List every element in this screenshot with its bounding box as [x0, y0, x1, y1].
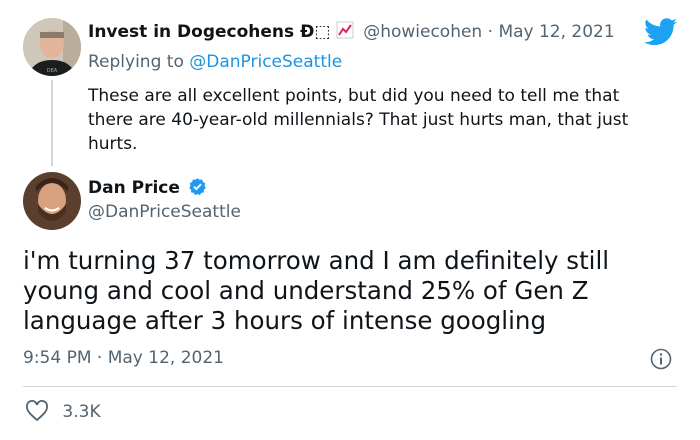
main-author-handle[interactable]: @DanPriceSeattle — [88, 202, 241, 222]
parent-date[interactable]: May 12, 2021 — [498, 22, 614, 42]
tweet-divider — [23, 386, 677, 387]
parent-author-name[interactable]: Invest in Dogecohens Ð⬚ — [88, 22, 330, 42]
main-tweet-header: Dan Price — [88, 177, 207, 201]
main-tweet-separator: · — [96, 348, 103, 368]
thread-line — [51, 80, 53, 166]
parent-separator: · — [487, 22, 494, 42]
parent-author-handle[interactable]: @howiecohen — [363, 22, 482, 42]
main-tweet-date[interactable]: May 12, 2021 — [108, 348, 224, 368]
main-tweet-timestamp: 9:54 PM · May 12, 2021 — [23, 348, 224, 368]
main-tweet-time[interactable]: 9:54 PM — [23, 348, 92, 368]
replying-to-handle[interactable]: @DanPriceSeattle — [189, 52, 342, 72]
info-icon[interactable] — [650, 348, 672, 370]
main-tweet-text: i'm turning 37 tomorrow and I am definit… — [23, 246, 610, 335]
like-count: 3.3K — [62, 402, 101, 422]
parent-tweet-header: Invest in Dogecohens Ð⬚ @howiecohen · Ma… — [88, 21, 615, 44]
twitter-bird-icon[interactable] — [644, 18, 677, 46]
replying-to-label: Replying to — [88, 52, 184, 72]
chart-up-icon — [336, 21, 354, 44]
heart-icon — [26, 400, 48, 422]
replying-to: Replying to @DanPriceSeattle — [88, 52, 342, 72]
svg-text:DEA: DEA — [47, 68, 58, 74]
parent-tweet-text: These are all excellent points, but did … — [88, 86, 629, 154]
avatar-danprice[interactable] — [23, 172, 81, 230]
main-author-name[interactable]: Dan Price — [88, 178, 180, 198]
like-button[interactable]: 3.3K — [25, 400, 101, 422]
avatar-howiecohen[interactable]: DEA — [23, 18, 81, 76]
verified-badge-icon — [188, 177, 207, 201]
